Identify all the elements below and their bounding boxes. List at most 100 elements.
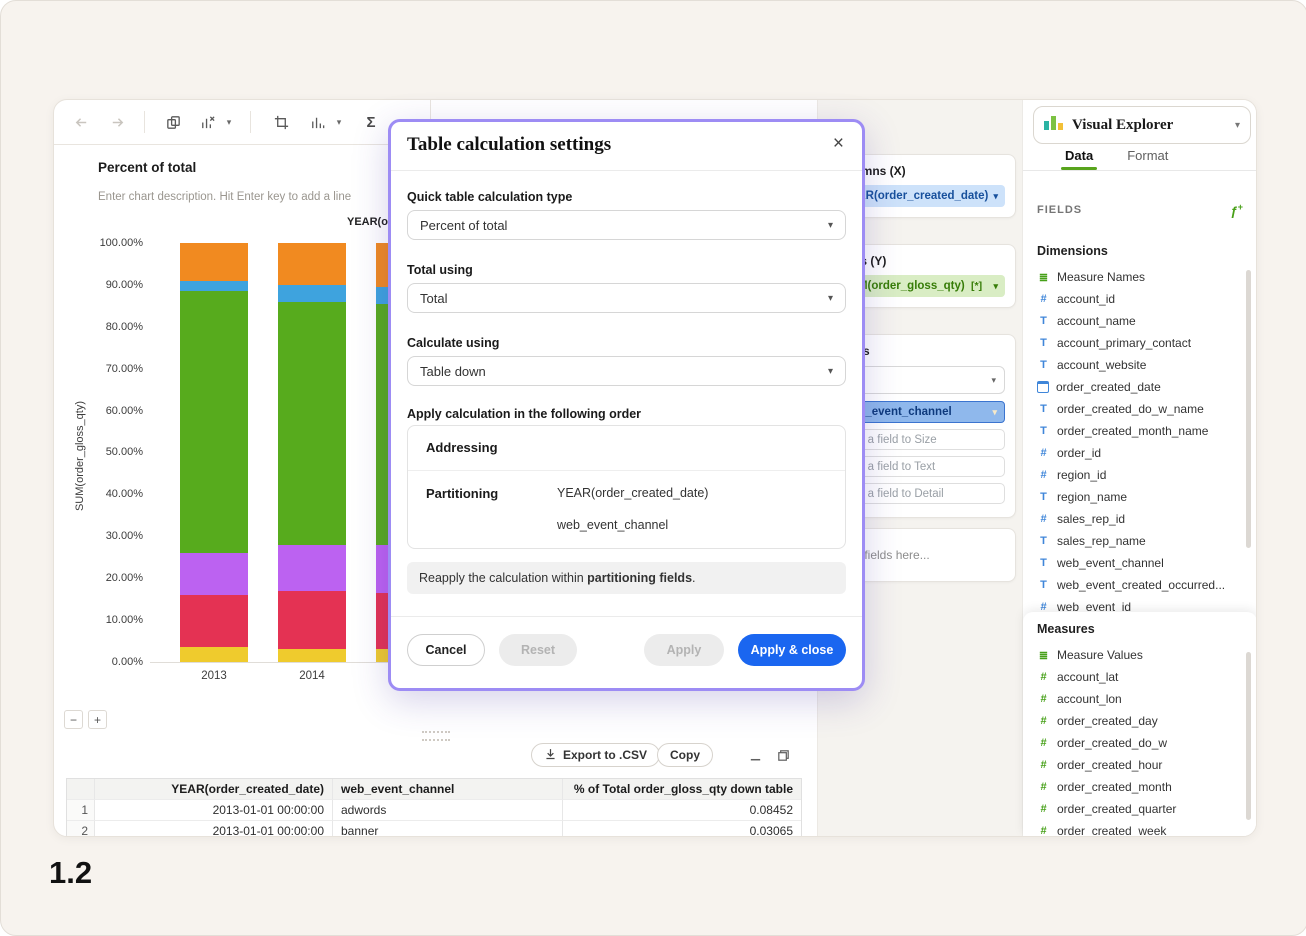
text-icon: T: [1037, 403, 1050, 415]
date-icon: [1037, 381, 1049, 393]
field-item[interactable]: Taccount_website: [1023, 354, 1249, 376]
bar-segment-2014-segment-red[interactable]: [278, 591, 346, 650]
text-icon: T: [1037, 579, 1050, 591]
chart-subtitle[interactable]: Enter chart description. Hit Enter key t…: [98, 191, 351, 203]
bar-segment-2013-segment-orange[interactable]: [180, 243, 248, 281]
field-item[interactable]: #region_id: [1023, 464, 1249, 486]
field-item[interactable]: #order_created_week: [1023, 820, 1249, 837]
field-item[interactable]: #account_id: [1023, 288, 1249, 310]
resize-handle[interactable]: [422, 731, 450, 741]
field-item[interactable]: #sales_rep_id: [1023, 508, 1249, 530]
field-label: order_created_date: [1056, 380, 1161, 394]
field-label: order_id: [1057, 446, 1101, 460]
sigma-icon[interactable]: Σ: [362, 113, 380, 131]
export-csv-button[interactable]: Export to .CSV: [531, 743, 660, 767]
dimensions-scrollbar[interactable]: [1246, 270, 1251, 548]
field-item[interactable]: #order_created_month: [1023, 776, 1249, 798]
total-using-select[interactable]: Total ▾: [407, 283, 846, 313]
field-item[interactable]: #account_lon: [1023, 688, 1249, 710]
field-item[interactable]: #order_created_day: [1023, 710, 1249, 732]
table-cell[interactable]: 2: [67, 821, 95, 837]
crop-icon[interactable]: [272, 113, 290, 131]
field-item[interactable]: Tweb_event_channel: [1023, 552, 1249, 574]
bar-segment-2014-segment-purple[interactable]: [278, 545, 346, 591]
bar-segment-2013-segment-green[interactable]: [180, 291, 248, 553]
forward-arrow-icon[interactable]: [108, 113, 126, 131]
cancel-button[interactable]: Cancel: [407, 634, 485, 666]
zoom-out-button[interactable]: −: [64, 710, 83, 729]
field-item[interactable]: #order_id: [1023, 442, 1249, 464]
apply-button[interactable]: Apply: [644, 634, 724, 666]
add-formula-icon[interactable]: ƒ+: [1231, 202, 1244, 218]
field-item[interactable]: Tsales_rep_name: [1023, 530, 1249, 552]
column-header-channel[interactable]: web_event_channel: [333, 779, 563, 800]
copy-button[interactable]: Copy: [657, 743, 713, 767]
table-cell[interactable]: 2013-01-01 00:00:00: [95, 800, 333, 821]
measures-scrollbar[interactable]: [1246, 652, 1251, 820]
chevron-down-icon[interactable]: ▾: [993, 281, 998, 292]
chevron-down-icon[interactable]: ▾: [1235, 120, 1240, 131]
table-cell[interactable]: banner: [333, 821, 563, 837]
field-item[interactable]: Taccount_primary_contact: [1023, 332, 1249, 354]
table-cell[interactable]: 0.03065: [563, 821, 801, 837]
bar-segment-2013-segment-red[interactable]: [180, 595, 248, 647]
table-cell[interactable]: 1: [67, 800, 95, 821]
field-item[interactable]: #order_created_quarter: [1023, 798, 1249, 820]
field-item[interactable]: Torder_created_do_w_name: [1023, 398, 1249, 420]
table-cell[interactable]: 0.08452: [563, 800, 801, 821]
bar-segment-2014-segment-yellow[interactable]: [278, 649, 346, 662]
field-item[interactable]: ≣Measure Values: [1023, 644, 1249, 666]
field-item[interactable]: #order_created_do_w: [1023, 732, 1249, 754]
bar-segment-2013-segment-blue[interactable]: [180, 281, 248, 291]
bar-segment-2014-segment-blue[interactable]: [278, 285, 346, 302]
apply-close-button[interactable]: Apply & close: [738, 634, 846, 666]
chart-title: Percent of total: [98, 160, 196, 175]
chevron-down-icon[interactable]: ▾: [220, 113, 238, 131]
calculate-using-value: Table down: [420, 364, 486, 379]
field-item[interactable]: #order_created_hour: [1023, 754, 1249, 776]
field-label: order_created_day: [1057, 714, 1158, 728]
chevron-down-icon[interactable]: ▾: [330, 113, 348, 131]
calculate-using-select[interactable]: Table down ▾: [407, 356, 846, 386]
table-body: 12013-01-01 00:00:00adwords0.08452 22013-…: [67, 800, 801, 837]
y-tick-label: 40.00%: [78, 487, 143, 501]
bar-segment-2014-segment-orange[interactable]: [278, 243, 346, 285]
maximize-icon[interactable]: [775, 747, 792, 764]
chevron-down-icon[interactable]: ▾: [992, 407, 997, 418]
chart-type-icon[interactable]: [308, 113, 326, 131]
row-number-header[interactable]: [67, 779, 95, 800]
field-item[interactable]: Tregion_name: [1023, 486, 1249, 508]
element-type-dropdown[interactable]: Visual Explorer ▾: [1033, 106, 1251, 144]
tab-format[interactable]: Format: [1127, 144, 1168, 170]
field-item[interactable]: ≣Measure Names: [1023, 266, 1249, 288]
clear-chart-icon[interactable]: [198, 113, 216, 131]
bar-segment-2014-segment-green[interactable]: [278, 302, 346, 545]
footer-divider: [391, 616, 862, 617]
chevron-down-icon: ▾: [828, 220, 833, 231]
zoom-in-button[interactable]: +: [88, 710, 107, 729]
close-icon[interactable]: ×: [833, 134, 844, 153]
addressing-label: Addressing: [426, 440, 498, 455]
field-item[interactable]: Taccount_name: [1023, 310, 1249, 332]
bar-segment-2013-segment-yellow[interactable]: [180, 647, 248, 662]
chevron-down-icon[interactable]: ▾: [993, 191, 998, 202]
field-item[interactable]: #account_lat: [1023, 666, 1249, 688]
column-header-year[interactable]: YEAR(order_created_date): [95, 779, 333, 800]
partitioning-label: Partitioning: [426, 486, 498, 501]
column-header-pct[interactable]: % of Total order_gloss_qty down table: [563, 779, 801, 800]
bar-segment-2013-segment-purple[interactable]: [180, 553, 248, 595]
duplicate-icon[interactable]: [164, 113, 182, 131]
table-cell[interactable]: adwords: [333, 800, 563, 821]
fields-panel: Visual Explorer ▾ Data Format FIELDS ƒ+ …: [1022, 100, 1257, 836]
number-icon: #: [1037, 513, 1050, 525]
back-arrow-icon[interactable]: [72, 113, 90, 131]
calc-type-select[interactable]: Percent of total ▾: [407, 210, 846, 240]
field-item[interactable]: order_created_date: [1023, 376, 1249, 398]
field-item[interactable]: Tweb_event_created_occurred...: [1023, 574, 1249, 596]
chevron-down-icon: ▾: [828, 366, 833, 377]
collapse-icon[interactable]: [747, 747, 764, 764]
field-item[interactable]: Torder_created_month_name: [1023, 420, 1249, 442]
tab-data[interactable]: Data: [1065, 144, 1093, 170]
table-cell[interactable]: 2013-01-01 00:00:00: [95, 821, 333, 837]
reset-button[interactable]: Reset: [499, 634, 577, 666]
